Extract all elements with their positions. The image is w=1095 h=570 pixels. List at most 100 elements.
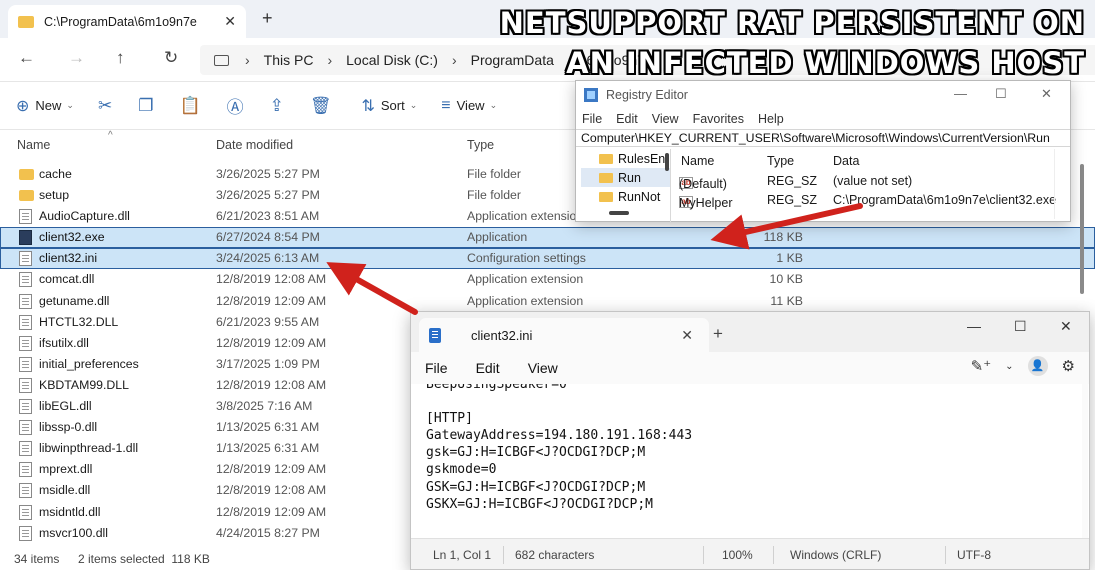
file-name: KBDTAM99.DLL: [39, 377, 129, 392]
registry-key-tree: RulesEn Run RunNot: [581, 149, 671, 222]
registry-value-row[interactable]: ab MyHelper REG_SZ C:\ProgramData\6m1o9n7…: [679, 190, 1064, 210]
values-scrollbar[interactable]: [1054, 149, 1066, 219]
minimize-icon[interactable]: —: [967, 318, 981, 334]
notepad-text-editor[interactable]: BeepUsingSpeaker=0 [HTTP] GatewayAddress=1…: [411, 384, 1089, 538]
vertical-scrollbar[interactable]: [1080, 164, 1084, 294]
tree-key-rulesen[interactable]: RulesEn: [581, 149, 670, 168]
close-tab-icon[interactable]: ✕: [681, 327, 693, 344]
breadcrumb-programdata[interactable]: ProgramData: [471, 52, 554, 68]
refresh-icon[interactable]: ↻: [164, 48, 178, 68]
copilot-rewrite-icon[interactable]: ✎⁺: [971, 357, 992, 375]
exe-file-icon: [19, 230, 32, 246]
new-tab-icon[interactable]: +: [713, 324, 723, 344]
file-type: Application extension: [467, 272, 584, 287]
headline-line-1: NETSUPPORT RAT PERSISTENT ON: [499, 6, 1085, 40]
chevron-down-icon: ⌄: [489, 100, 498, 110]
rename-icon[interactable]: Ⓐ: [227, 93, 244, 118]
cut-icon[interactable]: ✂: [98, 96, 112, 116]
settings-gear-icon[interactable]: ⚙: [1062, 357, 1075, 375]
dll-file-icon: [19, 272, 32, 288]
file-row[interactable]: client32.ini 3/24/2025 6:13 AM Configurati…: [0, 248, 1095, 270]
explorer-tab[interactable]: C:\ProgramData\6m1o9n7e ✕: [8, 5, 246, 38]
column-header-type[interactable]: Type: [467, 138, 494, 152]
file-date: 3/26/2025 5:27 PM: [216, 188, 320, 203]
tree-vertical-scrollbar[interactable]: [665, 153, 669, 171]
new-tab-icon[interactable]: +: [262, 8, 273, 29]
encoding[interactable]: UTF-8: [957, 548, 991, 562]
tree-key-runnot[interactable]: RunNot: [581, 187, 670, 206]
file-date: 1/13/2025 6:31 AM: [216, 420, 320, 435]
notepad-tab-title: client32.ini: [471, 327, 533, 343]
breadcrumb-this-pc[interactable]: This PC: [264, 52, 314, 68]
breadcrumb-local-disk[interactable]: Local Disk (C:): [346, 52, 438, 68]
menu-file[interactable]: File: [425, 360, 448, 376]
registry-value-row[interactable]: ab (Default) REG_SZ (value not set): [679, 171, 1064, 191]
new-button-label: New: [35, 98, 62, 113]
maximize-icon[interactable]: ☐: [995, 86, 1007, 102]
copy-icon[interactable]: ❐: [138, 96, 153, 116]
values-header-data[interactable]: Data: [833, 154, 859, 168]
dll-file-icon: [19, 420, 32, 436]
notepad-status-bar: Ln 1, Col 1 682 characters 100% Windows …: [411, 538, 1089, 569]
share-icon[interactable]: ⇪: [270, 96, 284, 116]
notepad-tab[interactable]: client32.ini ✕: [419, 318, 709, 352]
values-header-type[interactable]: Type: [767, 154, 794, 168]
zoom-level[interactable]: 100%: [722, 548, 753, 562]
notepad-icon: [429, 327, 441, 343]
values-header-name[interactable]: Name: [681, 154, 714, 168]
menu-favorites[interactable]: Favorites: [693, 112, 744, 126]
dll-file-icon: [19, 399, 32, 415]
back-arrow-icon[interactable]: ←: [18, 48, 35, 68]
file-date: 3/17/2025 1:09 PM: [216, 356, 320, 371]
regedit-menu-bar: File Edit View Favorites Help: [576, 109, 1070, 129]
menu-help[interactable]: Help: [758, 112, 784, 126]
value-name: (Default): [679, 176, 727, 191]
file-name: initial_preferences: [39, 356, 139, 371]
up-arrow-icon[interactable]: ↑: [116, 48, 125, 68]
menu-view[interactable]: View: [652, 112, 679, 126]
menu-file[interactable]: File: [582, 112, 602, 126]
close-tab-icon[interactable]: ✕: [224, 13, 236, 30]
registry-path-bar[interactable]: Computer\HKEY_CURRENT_USER\Software\Micr…: [576, 129, 1070, 147]
editor-line: gskmode=0: [426, 462, 497, 478]
menu-edit[interactable]: Edit: [476, 360, 500, 376]
account-avatar-icon[interactable]: 👤: [1027, 356, 1048, 376]
file-row[interactable]: getuname.dll 12/8/2019 12:09 AM Applicatio…: [0, 291, 1095, 312]
new-button[interactable]: ⊕ New ⌄: [16, 96, 74, 116]
file-row[interactable]: client32.exe 6/27/2024 8:54 PM Application…: [0, 227, 1095, 249]
folder-icon: [19, 190, 34, 202]
folder-icon: [599, 191, 613, 202]
delete-icon[interactable]: 🗑: [310, 96, 332, 116]
file-name: ifsutilx.dll: [39, 335, 89, 350]
close-icon[interactable]: ✕: [1060, 318, 1072, 335]
file-date: 3/24/2025 6:13 AM: [216, 251, 320, 266]
tree-horizontal-scrollbar[interactable]: [609, 211, 629, 215]
sort-button[interactable]: ⇅ Sort ⌄: [361, 96, 417, 116]
paste-icon[interactable]: 📋: [179, 96, 200, 116]
view-lines-icon: ≡: [441, 96, 451, 114]
column-header-name[interactable]: Name: [17, 138, 50, 152]
file-name: comcat.dll: [39, 272, 95, 287]
tree-key-label: Run: [618, 170, 641, 185]
minimize-icon[interactable]: —: [954, 86, 967, 101]
forward-arrow-icon[interactable]: →: [68, 48, 85, 68]
menu-edit[interactable]: Edit: [616, 112, 638, 126]
value-type: REG_SZ: [767, 173, 818, 188]
file-row[interactable]: comcat.dll 12/8/2019 12:08 AM Application …: [0, 269, 1095, 290]
file-size: 118 KB: [763, 230, 803, 245]
maximize-icon[interactable]: ☐: [1014, 318, 1027, 335]
close-icon[interactable]: ✕: [1041, 86, 1052, 102]
editor-scrollbar[interactable]: [1082, 384, 1088, 538]
tree-key-run[interactable]: Run: [581, 168, 670, 187]
view-button[interactable]: ≡ View ⌄: [441, 97, 497, 115]
cursor-position: Ln 1, Col 1: [433, 548, 492, 562]
chevron-down-icon[interactable]: ⌄: [1005, 361, 1013, 372]
file-date: 12/8/2019 12:08 AM: [216, 272, 327, 287]
menu-view[interactable]: View: [528, 360, 558, 376]
column-header-date[interactable]: Date modified: [216, 138, 293, 152]
folder-icon: [599, 172, 613, 183]
dll-file-icon: [19, 441, 32, 457]
file-name: client32.exe: [39, 230, 105, 245]
line-ending[interactable]: Windows (CRLF): [790, 548, 881, 562]
